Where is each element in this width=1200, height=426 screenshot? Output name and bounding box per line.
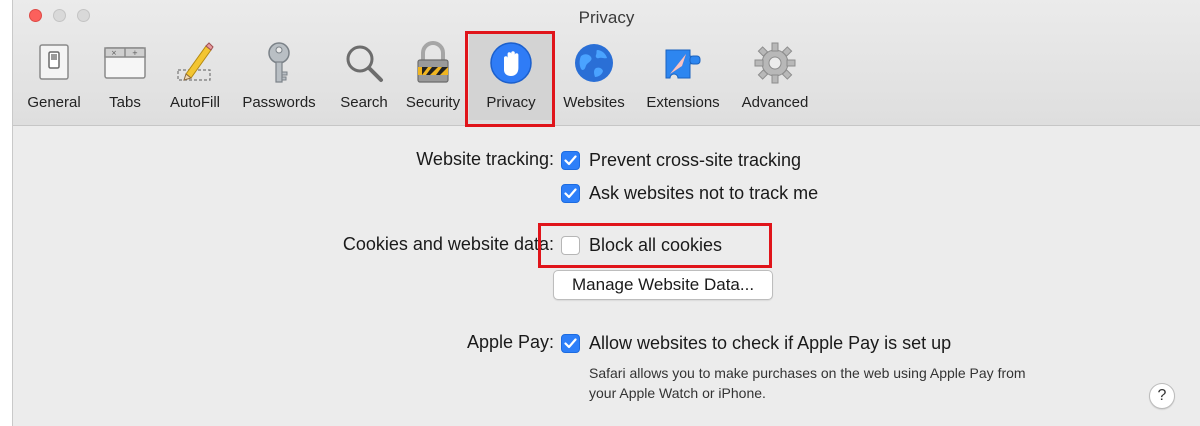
tab-websites[interactable]: Websites <box>555 34 633 120</box>
tab-label: Extensions <box>646 94 720 111</box>
svg-text:×: × <box>111 49 117 57</box>
svg-text:+: + <box>132 49 138 57</box>
block-all-cookies-option[interactable]: Block all cookies <box>561 234 722 256</box>
titlebar: Privacy General × + Tabs AutoFill Passwo… <box>13 0 1200 126</box>
gear-icon <box>752 40 798 86</box>
tab-label: Advanced <box>741 94 809 111</box>
globe-icon <box>571 40 617 86</box>
tab-label: Privacy <box>486 94 536 111</box>
puzzle-compass-icon <box>660 40 706 86</box>
ask-not-to-track-option[interactable]: Ask websites not to track me <box>561 182 818 204</box>
website-tracking-label: Website tracking: <box>416 149 554 169</box>
apple-pay-check-checkbox[interactable] <box>561 333 580 353</box>
preferences-toolbar: General × + Tabs AutoFill Passwords Sear… <box>13 30 1200 122</box>
tab-advanced[interactable]: Advanced <box>733 34 817 120</box>
tab-autofill[interactable]: AutoFill <box>159 34 231 120</box>
apple-pay-check-text: Allow websites to check if Apple Pay is … <box>589 332 952 353</box>
apple-pay-label: Apple Pay: <box>466 332 554 352</box>
prevent-cross-site-tracking-checkbox[interactable] <box>561 150 580 170</box>
magnifier-icon <box>341 40 387 86</box>
ask-not-to-track-checkbox[interactable] <box>561 183 580 203</box>
apple-pay-hint: Safari allows you to make purchases on t… <box>589 365 1026 401</box>
tab-tabs[interactable]: × + Tabs <box>95 34 155 120</box>
preferences-window: Privacy General × + Tabs AutoFill Passwo… <box>12 0 1200 426</box>
tab-label: Security <box>405 94 461 111</box>
tab-label: Search <box>340 94 388 111</box>
general-switch-icon <box>31 40 77 86</box>
tab-security[interactable]: Security <box>403 34 463 120</box>
block-all-cookies-checkbox[interactable] <box>561 235 580 255</box>
tab-label: Passwords <box>242 94 316 111</box>
tab-label: AutoFill <box>169 94 221 111</box>
prevent-cross-site-tracking-text: Prevent cross-site tracking <box>589 149 802 170</box>
tabs-icon: × + <box>102 40 148 86</box>
tab-label: General <box>27 94 81 111</box>
tab-extensions[interactable]: Extensions <box>637 34 729 120</box>
block-all-cookies-text: Block all cookies <box>589 234 723 255</box>
padlock-icon <box>410 40 456 86</box>
key-icon <box>256 40 302 86</box>
window-title: Privacy <box>578 8 635 27</box>
help-button[interactable]: ? <box>1149 383 1175 409</box>
hand-icon <box>488 40 534 86</box>
privacy-pane: Website tracking: Prevent cross-site tra… <box>13 127 1200 426</box>
ask-not-to-track-text: Ask websites not to track me <box>589 182 819 203</box>
apple-pay-check-option[interactable]: Allow websites to check if Apple Pay is … <box>561 332 951 354</box>
tab-general[interactable]: General <box>17 34 91 120</box>
tab-passwords[interactable]: Passwords <box>235 34 323 120</box>
tab-label: Websites <box>563 94 625 111</box>
tab-label: Tabs <box>109 94 141 111</box>
prevent-cross-site-tracking-option[interactable]: Prevent cross-site tracking <box>561 149 801 171</box>
tab-search[interactable]: Search <box>329 34 399 120</box>
pencil-icon <box>172 40 218 86</box>
cookies-label: Cookies and website data: <box>342 234 554 254</box>
tab-privacy[interactable]: Privacy <box>469 34 553 120</box>
manage-website-data-button[interactable]: Manage Website Data... <box>553 270 774 300</box>
